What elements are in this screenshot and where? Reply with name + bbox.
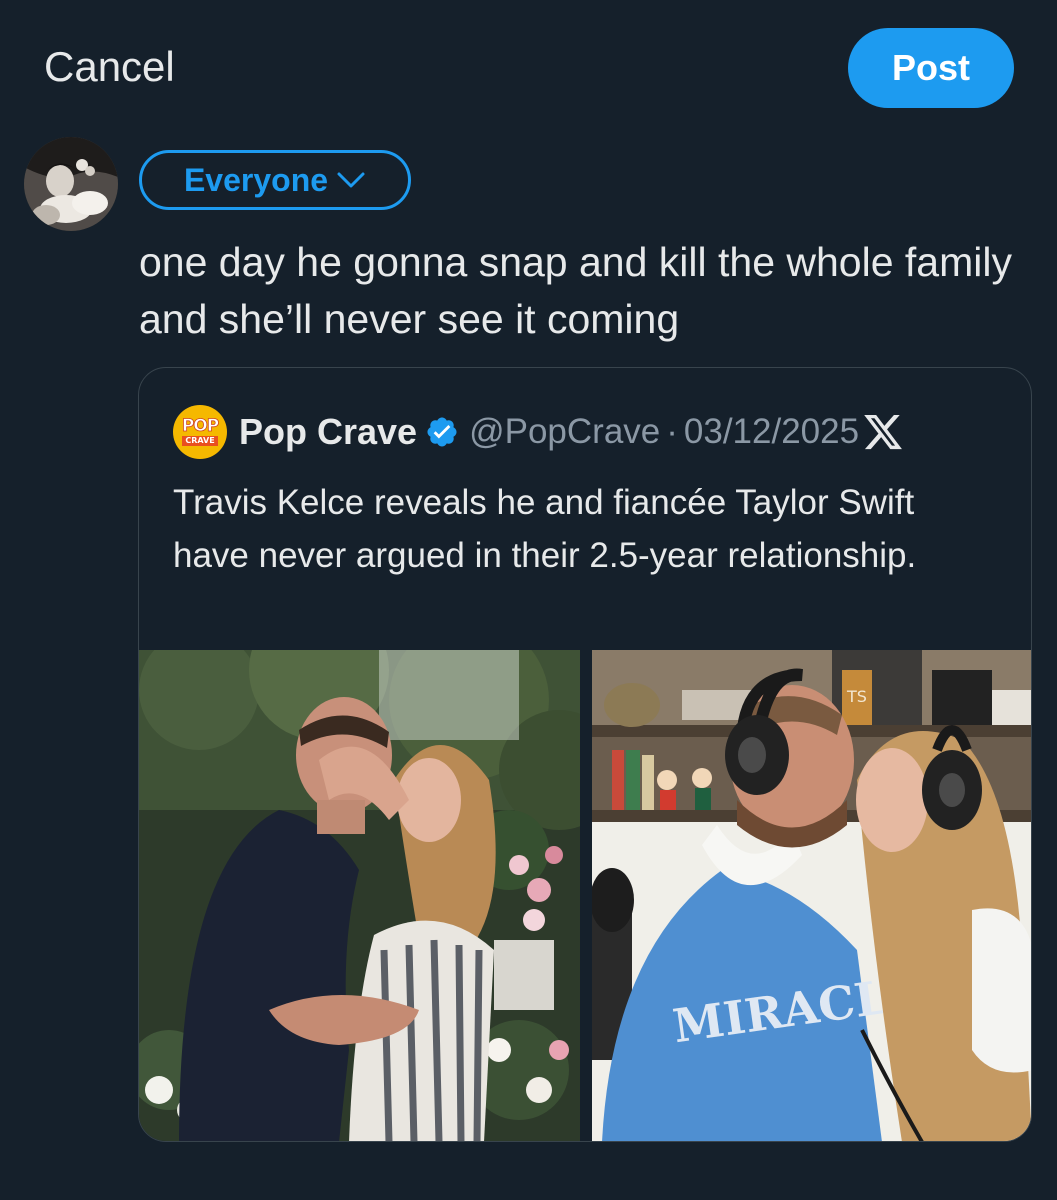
compose-screen: Cancel Post Everyone one day he gonna sn… [0,0,1057,1200]
quoted-post-header: POP CRAVE Pop Crave @PopCrave · 03/12/20… [173,404,905,460]
cancel-button[interactable]: Cancel [44,40,175,94]
pop-crave-avatar[interactable]: POP CRAVE [173,405,227,459]
user-avatar[interactable] [24,137,118,231]
x-logo-icon[interactable] [861,411,905,453]
media-image-podcast[interactable]: TS MIRACLE [592,650,1031,1141]
quoted-post-card[interactable]: POP CRAVE Pop Crave @PopCrave · 03/12/20… [138,367,1032,1142]
avatar-image [24,137,118,231]
post-button[interactable]: Post [848,28,1014,108]
quoted-post-text: Travis Kelce reveals he and fiancée Tayl… [173,483,917,575]
audience-label: Everyone [183,161,329,198]
chevron-down-icon [337,172,365,188]
podcast-photo: TS MIRACLE [592,650,1031,1141]
verified-badge-icon [427,417,457,447]
media-image-garden[interactable] [139,650,580,1141]
logo-text-bottom: CRAVE [182,436,218,446]
compose-textarea[interactable]: one day he gonna snap and kill the whole… [139,234,1039,348]
quoted-author-handle: @PopCrave [469,412,661,451]
quoted-post-media: TS MIRACLE [139,650,1031,1141]
book-spine-text: TS [846,687,867,706]
audience-selector[interactable]: Everyone [139,150,411,210]
quoted-author-name[interactable]: Pop Crave [239,411,417,453]
quoted-post-date: 03/12/2025 [683,412,860,451]
garden-photo [139,650,580,1141]
logo-text-top: POP [181,416,219,436]
meta-separator: · [666,412,678,451]
